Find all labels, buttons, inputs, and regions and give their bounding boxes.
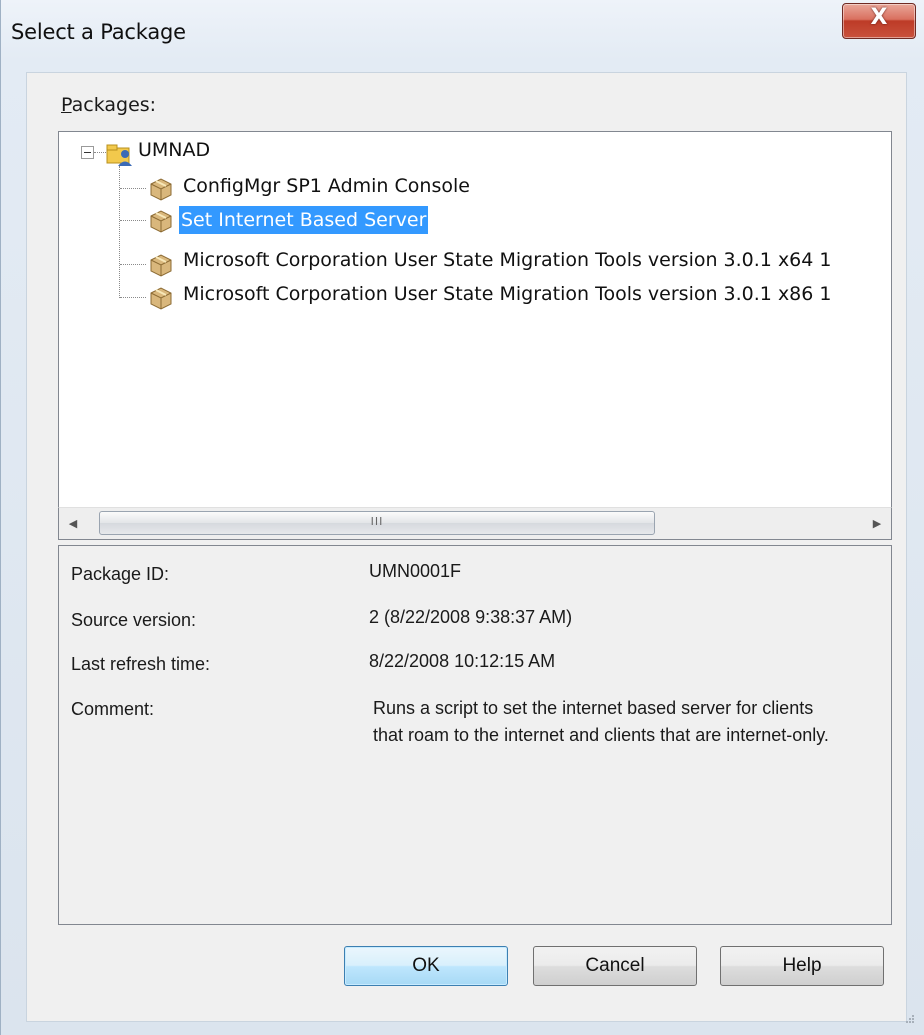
- scroll-left-arrow-icon[interactable]: ◀: [59, 508, 87, 539]
- scrollbar-grip-icon: III: [370, 515, 384, 528]
- scrollbar-thumb[interactable]: III: [99, 511, 655, 535]
- tree-connector: [120, 264, 146, 265]
- comment-label: Comment:: [71, 699, 155, 719]
- scroll-right-arrow-icon[interactable]: ▶: [863, 508, 891, 539]
- packages-label: Packages:: [61, 94, 156, 116]
- comment-value: Runs a script to set the internet based …: [373, 698, 829, 745]
- package-id-value: UMN0001F: [369, 561, 462, 581]
- tree-connector: [120, 220, 146, 221]
- packages-tree[interactable]: UMNAD ConfigMgr SP1 Admin Console Set In…: [58, 131, 892, 513]
- tree-root-label[interactable]: UMNAD: [136, 136, 212, 164]
- select-package-dialog: Select a Package X Packages: UMNAD Confi…: [0, 0, 924, 1035]
- site-server-icon: [106, 144, 132, 166]
- package-icon: [150, 178, 172, 201]
- tree-horizontal-scrollbar[interactable]: ◀ III ▶: [58, 507, 892, 540]
- help-button[interactable]: Help: [720, 946, 884, 986]
- window-title: Select a Package: [11, 20, 186, 44]
- package-id-label: Package ID:: [71, 564, 170, 584]
- close-icon: X: [870, 5, 888, 30]
- package-icon: [150, 254, 172, 277]
- package-details-panel: Package ID: UMN0001F Source version: 2 (…: [58, 545, 892, 925]
- source-version-value: 2 (8/22/2008 9:38:37 AM): [369, 607, 573, 627]
- tree-connector: [119, 166, 120, 298]
- tree-item-set-internet-based-server[interactable]: Set Internet Based Server: [179, 206, 429, 234]
- resize-grip-icon[interactable]: [901, 1012, 915, 1026]
- ok-button[interactable]: OK: [344, 946, 508, 986]
- collapse-icon[interactable]: [81, 146, 94, 159]
- tree-item-configmgr-admin-console[interactable]: ConfigMgr SP1 Admin Console: [181, 172, 472, 200]
- tree-connector: [120, 188, 146, 189]
- close-button[interactable]: X: [842, 3, 916, 39]
- package-icon: [150, 210, 172, 233]
- tree-connector: [120, 297, 146, 298]
- tree-item-usmt-x64[interactable]: Microsoft Corporation User State Migrati…: [181, 246, 834, 274]
- tree-item-usmt-x86[interactable]: Microsoft Corporation User State Migrati…: [181, 280, 834, 308]
- cancel-button[interactable]: Cancel: [533, 946, 697, 986]
- last-refresh-time-value: 8/22/2008 10:12:15 AM: [369, 651, 556, 671]
- last-refresh-time-label: Last refresh time:: [71, 654, 211, 674]
- title-bar[interactable]: Select a Package X: [1, 0, 924, 72]
- source-version-label: Source version:: [71, 610, 197, 630]
- packages-label-mnemonic: P: [61, 94, 72, 116]
- package-icon: [150, 287, 172, 310]
- packages-label-text: ackages:: [71, 94, 157, 116]
